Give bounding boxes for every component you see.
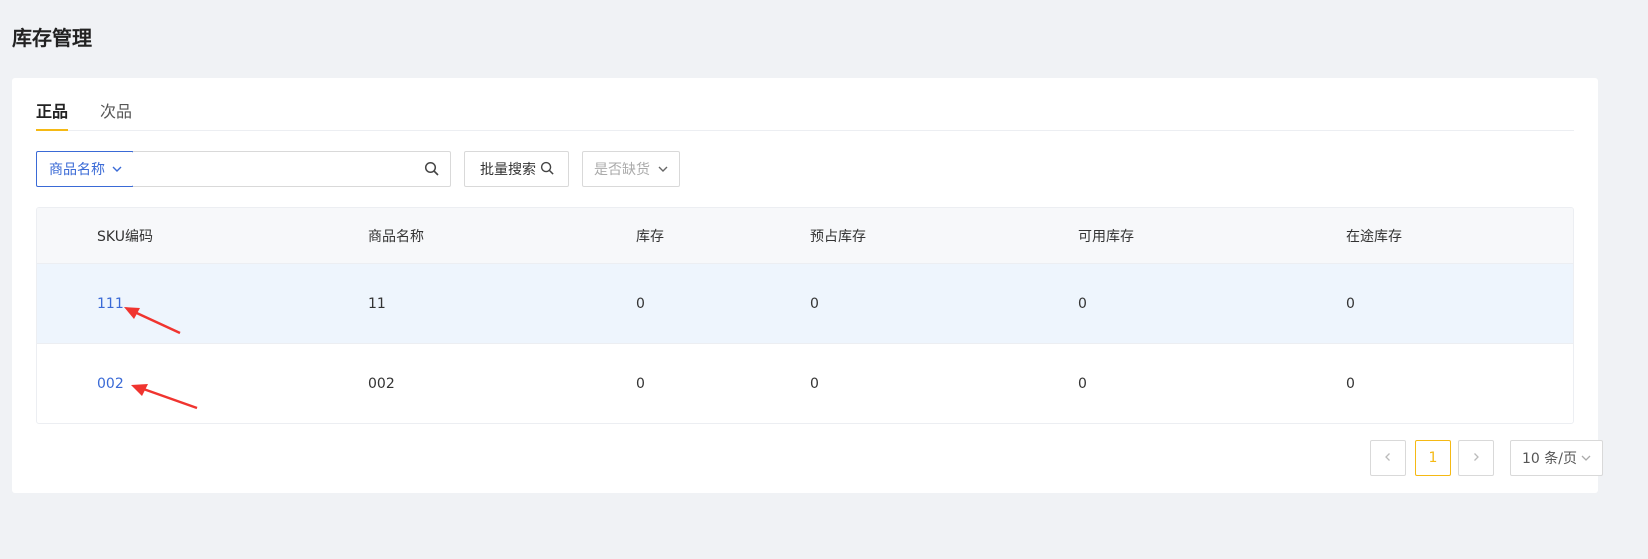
reserved-stock-cell: 0 bbox=[810, 295, 819, 312]
search-field-select[interactable]: 商品名称 bbox=[36, 151, 134, 187]
tab-defective[interactable]: 次品 bbox=[100, 98, 132, 131]
chevron-down-icon bbox=[111, 163, 123, 179]
search-input[interactable] bbox=[133, 152, 403, 186]
batch-search-label: 批量搜索 bbox=[480, 162, 536, 178]
search-icon[interactable] bbox=[424, 161, 440, 181]
table-row: 002 002 0 0 0 0 bbox=[37, 344, 1573, 423]
table-header: SKU编码 商品名称 库存 预占库存 可用库存 在途库存 bbox=[37, 208, 1573, 264]
chevron-left-icon bbox=[1383, 450, 1393, 466]
column-header: 可用库存 bbox=[1078, 228, 1134, 245]
column-header: 在途库存 bbox=[1346, 228, 1402, 245]
search-icon bbox=[540, 161, 555, 180]
out-of-stock-placeholder: 是否缺货 bbox=[594, 162, 650, 178]
batch-search-button[interactable]: 批量搜索 bbox=[464, 151, 569, 187]
search-field-select-value: 商品名称 bbox=[49, 162, 105, 178]
stock-cell: 0 bbox=[636, 295, 645, 312]
inventory-card: 正品 次品 商品名称 批量搜索 是否缺货 SKU编码 商品名称 库存 预占库存 … bbox=[12, 78, 1603, 493]
table-row: 111 11 0 0 0 0 bbox=[37, 264, 1573, 344]
product-name-cell: 002 bbox=[368, 376, 395, 392]
column-header: 预占库存 bbox=[810, 228, 866, 245]
next-page-button[interactable] bbox=[1458, 440, 1494, 476]
chevron-down-icon bbox=[1580, 452, 1592, 468]
available-stock-cell: 0 bbox=[1078, 295, 1087, 312]
inventory-table: SKU编码 商品名称 库存 预占库存 可用库存 在途库存 111 11 0 0 … bbox=[36, 207, 1574, 424]
sku-link[interactable]: 002 bbox=[97, 376, 124, 392]
annotation-arrow-icon bbox=[124, 307, 181, 335]
search-box bbox=[133, 151, 451, 187]
column-header: 库存 bbox=[636, 228, 664, 245]
in-transit-stock-cell: 0 bbox=[1346, 376, 1355, 392]
annotation-arrow-icon bbox=[131, 384, 198, 410]
prev-page-button[interactable] bbox=[1370, 440, 1406, 476]
product-name-cell: 11 bbox=[368, 295, 386, 312]
stock-cell: 0 bbox=[636, 376, 645, 392]
page-size-value: 10 条/页 bbox=[1522, 451, 1577, 467]
reserved-stock-cell: 0 bbox=[810, 376, 819, 392]
available-stock-cell: 0 bbox=[1078, 376, 1087, 392]
page-title: 库存管理 bbox=[12, 26, 92, 50]
column-header: 商品名称 bbox=[368, 228, 424, 245]
tab-genuine[interactable]: 正品 bbox=[36, 98, 69, 131]
page-size-select[interactable]: 10 条/页 bbox=[1510, 440, 1603, 476]
filter-toolbar: 商品名称 批量搜索 是否缺货 bbox=[36, 151, 1036, 187]
tab-bar: 正品 次品 bbox=[36, 78, 1574, 131]
chevron-down-icon bbox=[657, 163, 669, 179]
page-number-button[interactable]: 1 bbox=[1415, 440, 1451, 476]
column-header: SKU编码 bbox=[97, 228, 153, 245]
out-of-stock-select[interactable]: 是否缺货 bbox=[582, 151, 680, 187]
in-transit-stock-cell: 0 bbox=[1346, 295, 1355, 312]
chevron-right-icon bbox=[1471, 450, 1481, 466]
